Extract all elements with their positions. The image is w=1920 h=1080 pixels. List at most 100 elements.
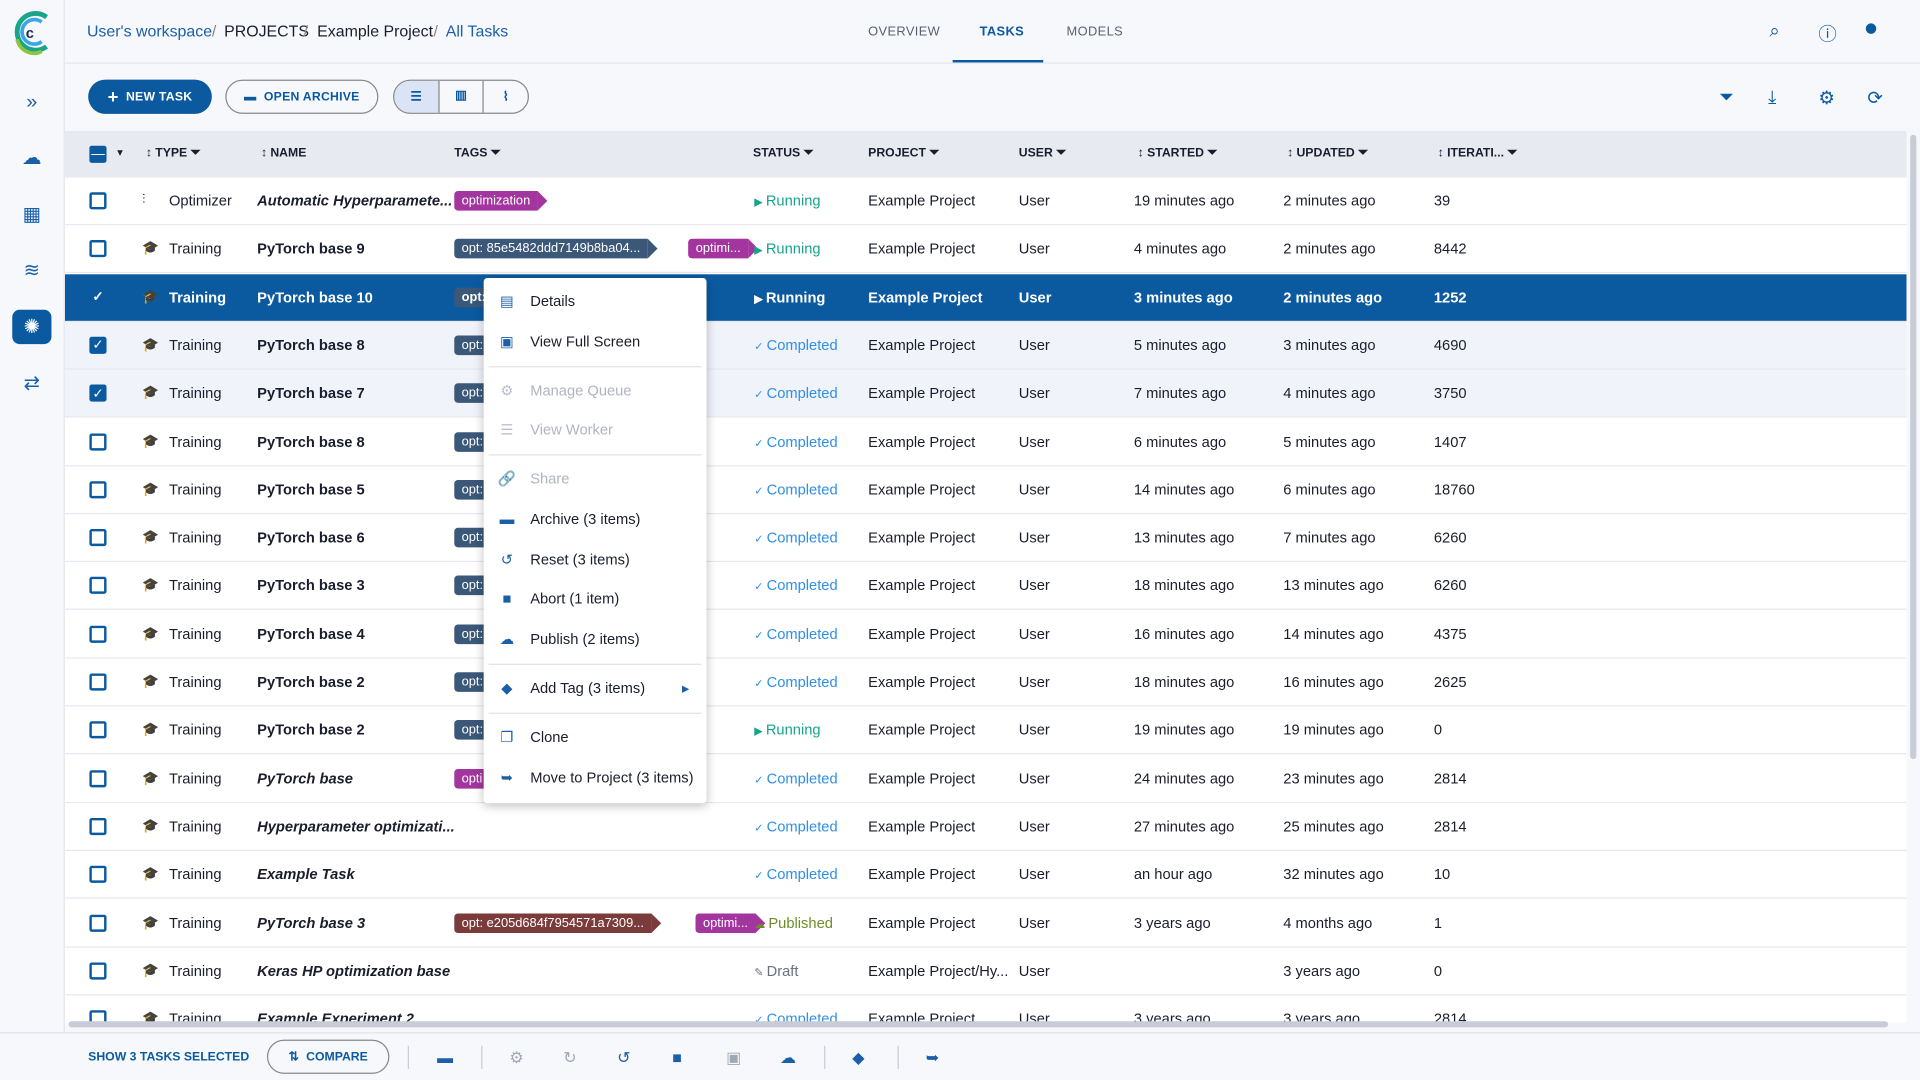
table-row[interactable]: 🎓 Training Hyperparameter optimizati... ✓ C…	[64, 803, 1907, 851]
enqueue-icon[interactable]: ⚙	[509, 1048, 523, 1068]
table-row[interactable]: ⫶ Optimizer Automatic Hyperparamete... opti…	[64, 177, 1907, 226]
task-name[interactable]: Automatic Hyperparamete...	[257, 192, 452, 209]
breadcrumb-project[interactable]: Example Project	[317, 22, 433, 40]
details-view-icon[interactable]: ▥	[439, 80, 485, 113]
project[interactable]: Example Project	[868, 337, 975, 354]
avatar[interactable]: ●	[1864, 15, 1879, 43]
table-row[interactable]: ✓ 🎓 Training PyTorch base 7 opt: ✓ Completed E…	[64, 370, 1907, 418]
column-updated[interactable]: ↕ UPDATED ⏷	[1287, 147, 1368, 160]
sidebar-item-datasets[interactable]: ≋	[12, 253, 51, 287]
tab-models[interactable]: MODELS	[1067, 24, 1124, 39]
help-icon[interactable]: ⓘ	[1818, 21, 1836, 47]
tag[interactable]: optimi...	[688, 239, 758, 259]
sidebar-item-pipelines[interactable]: ⇄	[12, 366, 51, 400]
project[interactable]: Example Project	[868, 288, 982, 305]
reset-icon[interactable]: ↺	[617, 1048, 630, 1068]
settings-icon[interactable]: ⚙	[1818, 87, 1834, 109]
project[interactable]: Example Project	[868, 914, 975, 931]
project[interactable]: Example Project	[868, 770, 975, 787]
task-name[interactable]: PyTorch base 6	[257, 529, 365, 546]
task-name[interactable]: Hyperparameter optimizati...	[257, 818, 455, 835]
project[interactable]: Example Project	[868, 433, 975, 450]
project[interactable]: Example Project	[868, 529, 975, 546]
clear-filter-icon[interactable]: ⏷	[1719, 87, 1734, 108]
tag[interactable]: opt: 85e5482ddd7149b8ba04...	[454, 239, 658, 259]
table-row[interactable]: 🎓 Training PyTorch base 3 opt: e205d684f795…	[64, 899, 1907, 948]
tab-overview[interactable]: OVERVIEW	[868, 24, 940, 39]
menu-item-view[interactable]: ▣ View Full Screen	[484, 322, 707, 361]
column-iterations[interactable]: ↕ ITERATI... ⏷	[1438, 147, 1518, 160]
task-name[interactable]: PyTorch base 4	[257, 625, 365, 642]
task-name[interactable]: PyTorch base 3	[257, 914, 365, 931]
chart-view-icon[interactable]: ⌇	[484, 90, 528, 103]
logo-icon[interactable]: c	[10, 7, 54, 56]
sidebar-expand-icon[interactable]: »	[12, 86, 51, 120]
table-row[interactable]: 🎓 Training Example Task ✓ Completed Example …	[64, 851, 1907, 900]
search-icon[interactable]: ⌕	[1769, 21, 1779, 42]
task-name[interactable]: PyTorch base 2	[257, 722, 365, 739]
table-row[interactable]: 🎓 Training PyTorch base 4 opt: ✓ Completed Ex…	[64, 610, 1907, 659]
row-checkbox[interactable]: ✓	[89, 336, 107, 354]
task-name[interactable]: PyTorch base 2	[257, 673, 365, 690]
menu-item-details[interactable]: ▤ Details	[484, 282, 707, 321]
column-tags[interactable]: TAGS ⏷	[454, 147, 500, 160]
row-checkbox[interactable]	[89, 865, 107, 884]
project[interactable]: Example Project	[868, 577, 975, 594]
refresh-icon[interactable]: ⟳	[1867, 87, 1882, 109]
column-project[interactable]: PROJECT ⏷	[868, 147, 939, 160]
row-checkbox[interactable]: ✓	[89, 288, 107, 306]
vertical-scrollbar[interactable]	[1910, 134, 1917, 760]
table-row[interactable]: 🎓 Training Example Experiment 2 ✓ Completed…	[64, 995, 1907, 1023]
select-all-checkbox[interactable]: —	[89, 145, 107, 163]
horizontal-scrollbar[interactable]	[68, 1021, 1889, 1028]
project[interactable]: Example Project	[868, 673, 975, 690]
column-started[interactable]: ↕ STARTED ⏷	[1138, 147, 1218, 160]
project[interactable]: Example Project	[868, 722, 975, 739]
project[interactable]: Example Project/Hy...	[868, 962, 1008, 979]
menu-item-add[interactable]: ◆ Add Tag (3 items) ▸	[484, 669, 707, 708]
column-user[interactable]: USER ⏷	[1019, 147, 1066, 160]
row-checkbox[interactable]	[89, 240, 107, 258]
menu-item-archive[interactable]: ▬ Archive (3 items)	[484, 500, 707, 539]
row-checkbox[interactable]	[89, 432, 107, 451]
row-checkbox[interactable]	[89, 817, 107, 835]
sidebar-item-projects[interactable]: ▦	[12, 197, 51, 231]
table-row[interactable]: 🎓 Training PyTorch base 8 opt: ✓ Completed Ex…	[64, 418, 1907, 466]
row-checkbox[interactable]	[89, 577, 107, 595]
sidebar-item-experiments[interactable]: ✺	[12, 309, 52, 345]
row-checkbox[interactable]	[89, 914, 107, 932]
open-archive-button[interactable]: ▬ OPEN ARCHIVE	[225, 79, 379, 114]
table-row[interactable]: 🎓 Training PyTorch base opti ✓ Completed Exam…	[64, 755, 1907, 803]
column-status[interactable]: STATUS ⏷	[753, 147, 813, 160]
task-name[interactable]: PyTorch base 10	[257, 288, 373, 305]
tag[interactable]: optimization	[454, 191, 548, 211]
project[interactable]: Example Project	[868, 625, 975, 642]
table-row[interactable]: 🎓 Training PyTorch base 6 opt: ✓ Completed Ex…	[64, 514, 1907, 563]
retry-icon[interactable]: ↻	[563, 1048, 576, 1068]
table-view-icon[interactable]: ☰	[394, 80, 440, 113]
row-checkbox[interactable]	[89, 673, 107, 691]
abort-icon[interactable]: ■	[672, 1048, 682, 1066]
table-row[interactable]: ✓ 🎓 Training PyTorch base 8 opt: ✓ Completed E…	[64, 321, 1907, 370]
row-checkbox[interactable]: ✓	[89, 384, 107, 402]
task-name[interactable]: Example Task	[257, 866, 354, 883]
project[interactable]: Example Project	[868, 481, 975, 498]
project[interactable]: Example Project	[868, 192, 975, 209]
project[interactable]: Example Project	[868, 866, 975, 883]
tag[interactable]: optimi...	[695, 912, 765, 933]
row-checkbox[interactable]	[89, 962, 107, 980]
row-checkbox[interactable]	[89, 529, 107, 547]
task-name[interactable]: PyTorch base 5	[257, 481, 365, 498]
project[interactable]: Example Project	[868, 385, 975, 402]
row-checkbox[interactable]	[89, 769, 107, 787]
show-selected-link[interactable]: SHOW 3 TASKS SELECTED	[88, 1051, 249, 1064]
row-checkbox[interactable]	[89, 721, 107, 739]
table-row[interactable]: 🎓 Training PyTorch base 2 opt: ✓ Completed Ex…	[64, 658, 1907, 707]
task-name[interactable]: PyTorch base 8	[257, 337, 365, 354]
table-row[interactable]: 🎓 Training PyTorch base 9 opt: 85e5482ddd71…	[64, 225, 1907, 274]
sidebar-item-dashboard[interactable]: ☁	[12, 141, 51, 175]
menu-item-abort[interactable]: ■ Abort (1 item)	[484, 579, 707, 618]
table-row[interactable]: 🎓 Training PyTorch base 5 opt: ✓ Completed Ex…	[64, 466, 1907, 515]
publish-icon[interactable]: ☁	[780, 1048, 796, 1068]
task-name[interactable]: Keras HP optimization base	[257, 962, 450, 979]
